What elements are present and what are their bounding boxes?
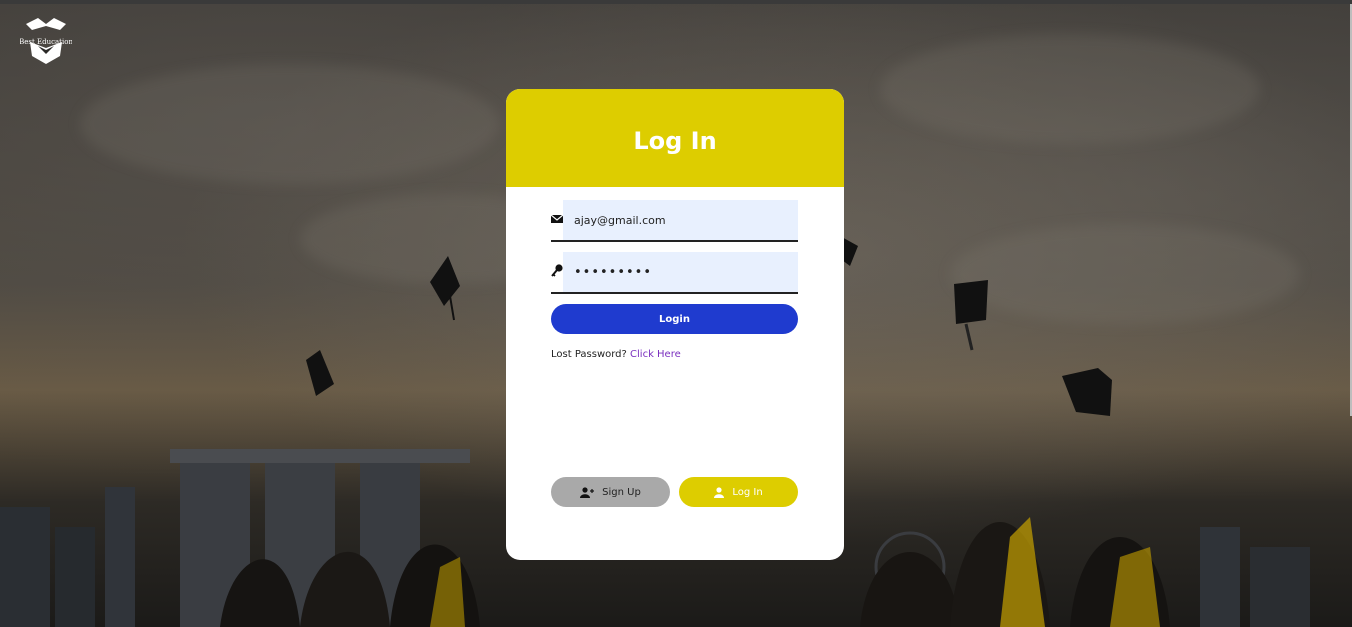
card-title: Log In (633, 127, 717, 155)
login-tab-label: Log In (732, 486, 763, 498)
graduation-cap-icon (306, 350, 334, 396)
email-field-row (551, 200, 798, 242)
signup-tab-button[interactable]: Sign Up (551, 477, 670, 507)
graduation-cap-icon (1062, 368, 1112, 416)
login-button[interactable]: Login (551, 304, 798, 334)
click-here-link[interactable]: Click Here (630, 349, 681, 360)
user-icon (714, 486, 725, 498)
login-tab-button[interactable]: Log In (679, 477, 798, 507)
svg-text:Best Education: Best Education (20, 38, 72, 46)
key-icon (551, 264, 563, 277)
best-education-logo: Best Education (20, 18, 72, 64)
signup-tab-label: Sign Up (602, 486, 641, 498)
graduation-cap-icon (954, 280, 988, 351)
card-header: Log In (506, 89, 844, 187)
password-field-row (551, 252, 798, 294)
login-card: Log In Login Lost Password? Click Here S… (506, 89, 844, 560)
lost-password-text: Lost Password? Click Here (551, 349, 681, 360)
password-input[interactable] (563, 252, 798, 292)
user-plus-icon (580, 486, 595, 498)
lost-password-label: Lost Password? (551, 349, 627, 360)
email-input[interactable] (563, 200, 798, 240)
envelope-icon (551, 214, 563, 223)
graduation-cap-icon (430, 256, 460, 321)
